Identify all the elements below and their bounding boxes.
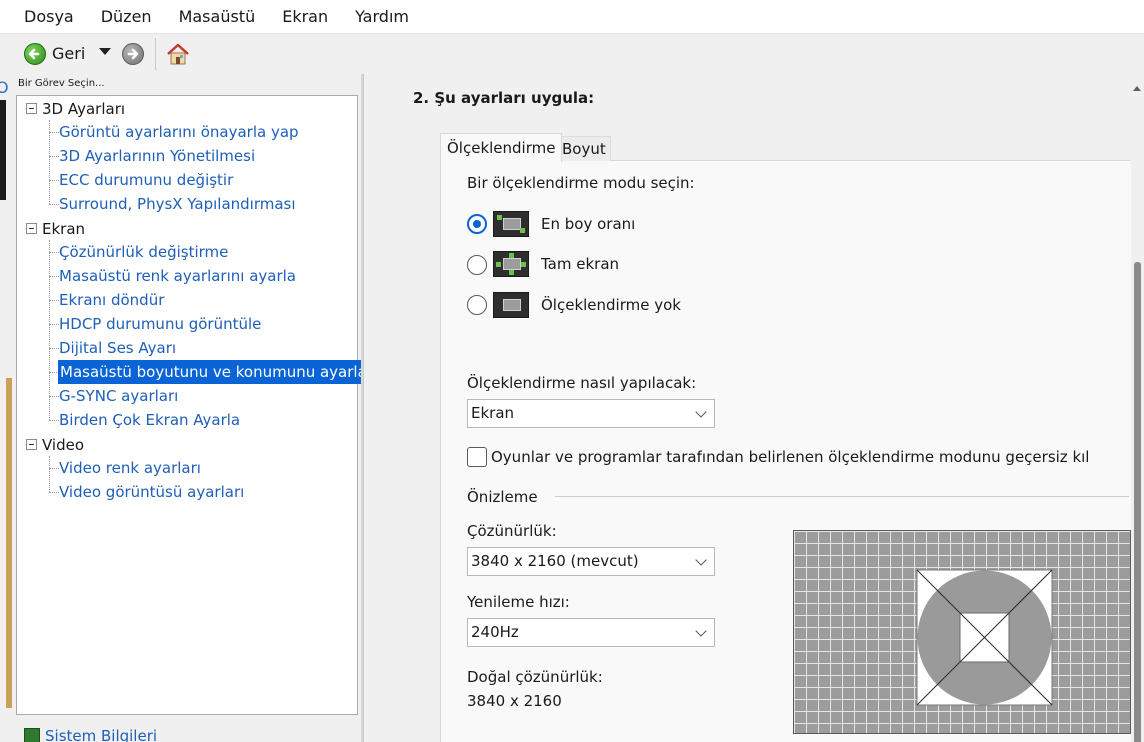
refresh-rate-label: Yenileme hızı:: [467, 593, 570, 611]
tree-group-3d[interactable]: 3D Ayarları: [42, 97, 125, 121]
tree-connector: [49, 276, 59, 277]
mode-label-full-screen[interactable]: Tam ekran: [541, 255, 619, 273]
tree-connector: [49, 180, 59, 181]
back-history-dropdown-icon[interactable]: [99, 48, 111, 55]
collapse-display-icon[interactable]: [26, 223, 37, 234]
override-scaling-checkbox[interactable]: [467, 447, 487, 467]
tree-item-hdcp[interactable]: HDCP durumunu görüntüle: [59, 312, 261, 336]
system-info-label: Sistem Bilgileri: [45, 727, 158, 742]
menu-yardim[interactable]: Yardım: [347, 0, 417, 34]
preview-heading: Önizleme: [467, 488, 538, 506]
native-resolution-value: 3840 x 2160: [467, 692, 562, 710]
override-scaling-label[interactable]: Oyunlar ve programlar tarafından belirle…: [491, 448, 1089, 466]
aspect-ratio-mode-icon: [493, 211, 529, 237]
preview-test-pattern-icon: [916, 569, 1053, 706]
nvidia-control-panel-window: Dosya Düzen Masaüstü Ekran Yardım Geri O…: [0, 0, 1144, 742]
native-resolution-label: Doğal çözünürlük:: [467, 668, 603, 686]
tree-item-video-image[interactable]: Video görüntüsü ayarları: [59, 480, 244, 504]
chevron-down-icon: [695, 406, 707, 418]
tree-group-display[interactable]: Ekran: [42, 217, 85, 241]
tree-item-digital-audio[interactable]: Dijital Ses Ayarı: [59, 336, 176, 360]
perform-scaling-label: Ölçeklendirme nasıl yapılacak:: [467, 374, 697, 392]
task-select-label: Bir Görev Seçin...: [18, 78, 105, 89]
scaling-mode-prompt: Bir ölçeklendirme modu seçin:: [467, 174, 695, 192]
refresh-rate-select[interactable]: 240Hz: [467, 618, 715, 647]
tree-connector: [49, 456, 50, 492]
system-info-link[interactable]: Sistem Bilgileri: [24, 726, 157, 742]
tree-group-video[interactable]: Video: [42, 433, 84, 457]
tree-connector: [49, 300, 59, 301]
menu-ekran[interactable]: Ekran: [274, 0, 336, 34]
task-tree: 3D Ayarları Görüntü ayarlarını önayarla …: [16, 95, 369, 715]
mode-label-no-scaling[interactable]: Ölçeklendirme yok: [541, 296, 681, 314]
chevron-down-icon: [695, 554, 707, 566]
toolbar: Geri: [0, 34, 1144, 74]
tree-item-change-resolution[interactable]: Çözünürlük değiştirme: [59, 240, 228, 264]
forward-button[interactable]: [122, 43, 144, 65]
tree-connector: [49, 156, 59, 157]
chevron-down-icon: [695, 625, 707, 637]
preview-divider: [555, 496, 1129, 497]
tree-connector: [49, 396, 59, 397]
tree-connector: [49, 420, 59, 421]
scroll-up-icon[interactable]: [1133, 86, 1141, 91]
home-icon: [167, 43, 189, 65]
tree-item-rotate-display[interactable]: Ekranı döndür: [59, 288, 164, 312]
collapse-video-icon[interactable]: [26, 439, 37, 450]
section-title: 2. Şu ayarları uygula:: [413, 89, 595, 107]
vertical-scrollbar[interactable]: [1131, 74, 1144, 742]
menu-duzen[interactable]: Düzen: [93, 0, 160, 34]
tree-connector: [49, 132, 59, 133]
home-button[interactable]: [164, 40, 192, 68]
radio-no-scaling[interactable]: [467, 295, 487, 315]
radio-full-screen[interactable]: [467, 255, 487, 275]
tree-item-multiple-displays[interactable]: Birden Çok Ekran Ayarla: [59, 408, 240, 432]
resolution-select[interactable]: 3840 x 2160 (mevcut): [467, 547, 715, 576]
tab-scaling[interactable]: Ölçeklendirme: [440, 133, 563, 162]
tree-item-manage-3d[interactable]: 3D Ayarlarının Yönetilmesi: [59, 144, 255, 168]
perform-scaling-select[interactable]: Ekran: [467, 399, 715, 428]
resolution-label: Çözünürlük:: [467, 522, 557, 540]
tree-item-desktop-color[interactable]: Masaüstü renk ayarlarını ayarla: [59, 264, 296, 288]
radio-aspect-ratio[interactable]: [467, 214, 487, 234]
tree-connector: [49, 204, 59, 205]
no-scaling-mode-icon: [493, 292, 529, 318]
scaling-preview: [793, 530, 1131, 734]
tree-connector: [49, 348, 59, 349]
left-edge-accent: [6, 378, 12, 708]
full-screen-mode-icon: [493, 251, 529, 277]
back-arrow-icon: [24, 43, 46, 65]
perform-scaling-value: Ekran: [471, 404, 515, 422]
resolution-value: 3840 x 2160 (mevcut): [471, 552, 639, 570]
left-edge-glyph: O: [0, 78, 9, 97]
scrollbar-thumb[interactable]: [1134, 262, 1141, 742]
menu-masaustu[interactable]: Masaüstü: [171, 0, 264, 34]
tree-connector: [49, 492, 59, 493]
left-edge-strip: [0, 100, 6, 200]
forward-arrow-icon: [122, 43, 144, 65]
tree-connector: [49, 324, 59, 325]
tree-item-ecc[interactable]: ECC durumunu değiştir: [59, 168, 233, 192]
tree-item-surround-physx[interactable]: Surround, PhysX Yapılandırması: [59, 192, 296, 216]
tab-size[interactable]: Boyut: [557, 136, 611, 161]
collapse-3d-icon[interactable]: [26, 103, 37, 114]
tree-connector: [49, 468, 59, 469]
refresh-rate-value: 240Hz: [471, 623, 519, 641]
tree-item-gsync[interactable]: G-SYNC ayarları: [59, 384, 178, 408]
nvidia-logo-icon: [24, 728, 40, 742]
tree-connector: [49, 240, 50, 420]
mode-label-aspect-ratio[interactable]: En boy oranı: [541, 215, 635, 233]
menu-bar: Dosya Düzen Masaüstü Ekran Yardım: [0, 0, 1144, 34]
tree-connector: [49, 252, 59, 253]
tree-item-desktop-size-position[interactable]: Masaüstü boyutunu ve konumunu ayarla: [58, 360, 369, 384]
tree-item-image-presets[interactable]: Görüntü ayarlarını önayarla yap: [59, 120, 299, 144]
toolbar-separator: [155, 38, 156, 70]
back-label: Geri: [52, 44, 86, 63]
menu-dosya[interactable]: Dosya: [16, 0, 82, 34]
tree-item-video-color[interactable]: Video renk ayarları: [59, 456, 201, 480]
